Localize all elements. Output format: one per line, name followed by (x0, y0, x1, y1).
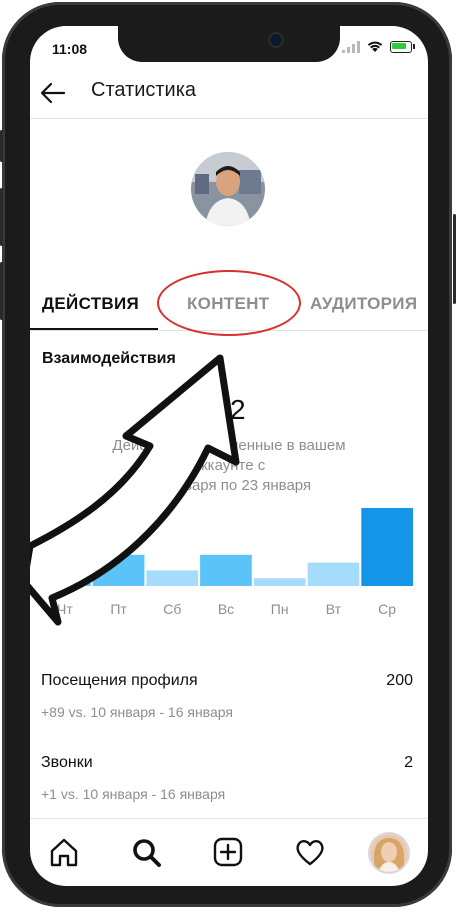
bar-label: Вт (326, 601, 342, 617)
stat-title-calls: Звонки (41, 754, 93, 771)
camera-icon (270, 34, 282, 46)
bar-4[interactable] (253, 578, 306, 586)
bar-chart: Чт Пт Сб Вс Пн Вт Ср (39, 508, 413, 617)
side-button (0, 188, 3, 246)
description-line: 17 января по 23 января (146, 477, 312, 494)
stat-value-calls: 2 (404, 754, 413, 771)
bar-label: Пн (271, 601, 289, 617)
status-time: 11:08 (52, 41, 88, 57)
battery-icon (390, 40, 415, 53)
bar-1[interactable] (92, 554, 145, 586)
side-button (0, 262, 3, 320)
search-icon[interactable] (128, 834, 164, 870)
page-title: Статистика (91, 79, 197, 101)
status-icons (342, 40, 415, 53)
bar-label: Сб (163, 601, 181, 617)
bar-label: Пт (110, 601, 127, 617)
stat-value-profile-visits: 200 (386, 672, 413, 689)
highlight-oval (157, 270, 301, 336)
cellular-signal-icon (342, 40, 360, 53)
bar-5[interactable] (307, 562, 360, 586)
bar-label: Ср (378, 601, 396, 617)
screen: 11:08 Статистика ДЕЙСТВИЯ КОНТЕНТ АУДИТО… (30, 26, 428, 886)
description-line: Действия, выполненные в вашем (112, 437, 346, 454)
interactions-description: Действия, выполненные в вашем аккаунте с… (30, 436, 428, 496)
header: Статистика (30, 68, 428, 119)
bottom-nav (30, 822, 428, 886)
wifi-icon (367, 41, 383, 52)
nav-profile-avatar[interactable] (370, 834, 408, 872)
bar-label: Вс (218, 601, 234, 617)
profile-avatar[interactable] (191, 152, 265, 226)
side-button (0, 130, 3, 162)
description-line: аккаунте с (192, 457, 266, 474)
bar-0[interactable] (39, 547, 91, 586)
side-button (453, 214, 456, 304)
section-title: Взаимодействия (42, 350, 176, 367)
bar-3[interactable] (200, 554, 252, 586)
bar-6[interactable] (361, 508, 413, 586)
bar-2[interactable] (146, 570, 199, 586)
stat-title-profile-visits: Посещения профиля (41, 672, 198, 689)
avatar-photo (370, 834, 408, 872)
interactions-count: 2 (230, 394, 246, 425)
stat-sub-profile-visits: +89 vs. 10 января - 16 января (41, 704, 233, 720)
avatar-photo (191, 152, 265, 226)
heart-icon[interactable] (292, 834, 328, 870)
divider (30, 818, 428, 819)
add-post-icon[interactable] (210, 834, 246, 870)
stat-sub-calls: +1 vs. 10 января - 16 января (41, 786, 226, 802)
bar-label: Чт (57, 601, 73, 617)
active-tab-indicator (30, 328, 158, 330)
tab-actions[interactable]: ДЕЙСТВИЯ (42, 294, 139, 314)
back-arrow-icon[interactable] (38, 78, 68, 108)
notch (118, 26, 340, 62)
tab-audience[interactable]: АУДИТОРИЯ (310, 294, 417, 314)
home-icon[interactable] (46, 834, 82, 870)
